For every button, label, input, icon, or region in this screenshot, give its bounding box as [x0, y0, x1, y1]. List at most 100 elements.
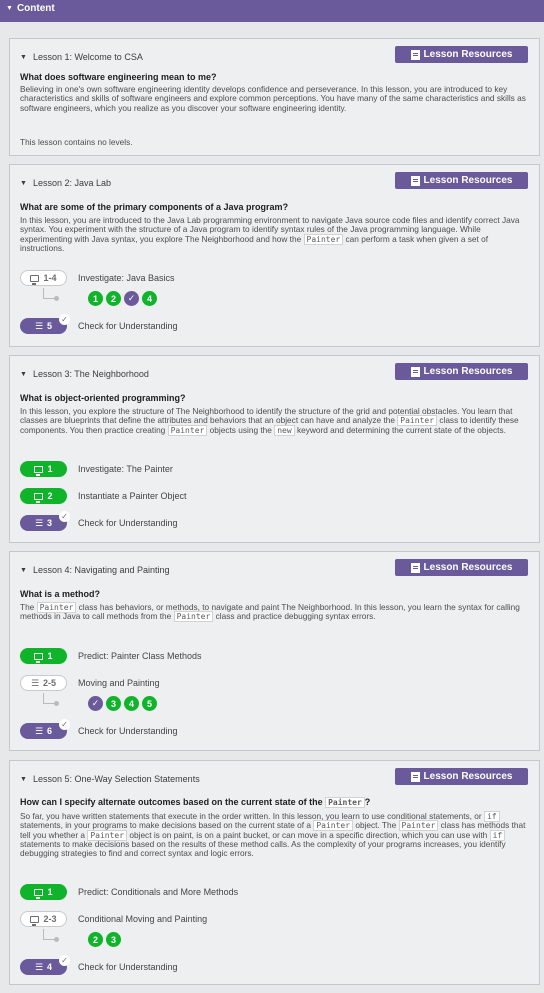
- level-row[interactable]: 1 Investigate: The Painter: [20, 461, 173, 477]
- level-bubble[interactable]: 4: [142, 291, 157, 306]
- lesson-resources-button[interactable]: Lesson Resources: [395, 363, 528, 380]
- lesson-description: In this lesson, you are introduced to th…: [20, 215, 520, 253]
- level-bubbles: 1 2 ✓ 4: [88, 291, 157, 306]
- no-levels-text: This lesson contains no levels.: [20, 137, 133, 147]
- level-label[interactable]: Moving and Painting: [78, 678, 160, 688]
- lesson-title: Lesson 2: Java Lab: [32, 178, 111, 188]
- level-badge[interactable]: 1: [20, 461, 67, 477]
- level-row[interactable]: 1 Predict: Painter Class Methods: [20, 648, 202, 664]
- caret-down-icon: ▼: [20, 370, 27, 378]
- level-bubble[interactable]: 3: [106, 696, 121, 711]
- monitor-icon: [34, 888, 44, 899]
- level-label[interactable]: Investigate: The Painter: [78, 464, 173, 474]
- level-badge[interactable]: ☰ 3 ✓: [20, 511, 70, 531]
- level-bubbles: 2 3: [88, 932, 121, 947]
- content-section-header[interactable]: ▼ Content: [0, 0, 544, 22]
- level-row[interactable]: 1 Predict: Conditionals and More Methods: [20, 884, 238, 900]
- lesson-header[interactable]: ▼ Lesson 5: One-Way Selection Statements: [20, 774, 200, 784]
- level-badge[interactable]: 1-4: [20, 270, 67, 286]
- level-row[interactable]: 2-3 Conditional Moving and Painting: [20, 911, 207, 927]
- document-icon: [410, 366, 420, 377]
- level-bubble[interactable]: 2: [88, 932, 103, 947]
- level-bubble[interactable]: 2: [106, 291, 121, 306]
- list-icon: ☰: [30, 677, 40, 688]
- level-label[interactable]: Predict: Painter Class Methods: [78, 651, 202, 661]
- level-row[interactable]: 2 Instantiate a Painter Object: [20, 488, 187, 504]
- level-row[interactable]: ☰ 3 ✓ Check for Understanding: [20, 511, 178, 531]
- level-label[interactable]: Check for Understanding: [78, 962, 178, 972]
- document-icon: [410, 771, 420, 782]
- caret-down-icon: ▼: [20, 179, 27, 187]
- caret-down-icon: ▼: [20, 775, 27, 783]
- level-badge[interactable]: ☰ 5 ✓: [20, 314, 70, 334]
- level-row[interactable]: ☰ 5 ✓ Check for Understanding: [20, 314, 178, 334]
- level-row[interactable]: 1-4 Investigate: Java Basics: [20, 270, 175, 286]
- lesson-card-3: ▼ Lesson 3: The Neighborhood Lesson Reso…: [9, 355, 540, 543]
- check-icon: ✓: [59, 719, 70, 730]
- caret-down-icon: ▼: [20, 53, 27, 61]
- level-label[interactable]: Check for Understanding: [78, 518, 178, 528]
- level-bubbles: ✓ 3 4 5: [88, 696, 157, 711]
- level-label[interactable]: Instantiate a Painter Object: [78, 491, 187, 501]
- level-row[interactable]: ☰ 6 ✓ Check for Understanding: [20, 719, 178, 739]
- level-badge[interactable]: 1: [20, 648, 67, 664]
- lesson-question: What is object-oriented programming?: [20, 393, 186, 403]
- level-label[interactable]: Investigate: Java Basics: [78, 273, 175, 283]
- check-icon: ✓: [59, 511, 70, 522]
- level-badge[interactable]: ☰ 2-5: [20, 675, 67, 691]
- lesson-description: In this lesson, you explore the structur…: [20, 406, 519, 436]
- level-badge[interactable]: 1: [20, 884, 67, 900]
- lesson-card-2: ▼ Lesson 2: Java Lab Lesson Resources Wh…: [9, 164, 540, 347]
- level-bubble[interactable]: 5: [142, 696, 157, 711]
- caret-down-icon: ▼: [6, 5, 13, 12]
- list-icon: ☰: [34, 961, 44, 972]
- list-icon: ☰: [34, 725, 44, 736]
- level-badge[interactable]: 2: [20, 488, 67, 504]
- document-icon: [410, 49, 420, 60]
- lesson-description: So far, you have written statements that…: [20, 811, 526, 859]
- lesson-resources-button[interactable]: Lesson Resources: [395, 559, 528, 576]
- level-label[interactable]: Check for Understanding: [78, 321, 178, 331]
- level-bubble[interactable]: 4: [124, 696, 139, 711]
- level-row[interactable]: ☰ 4 ✓ Check for Understanding: [20, 955, 178, 975]
- level-label[interactable]: Check for Understanding: [78, 726, 178, 736]
- level-label[interactable]: Conditional Moving and Painting: [78, 914, 207, 924]
- lesson-card-1: ▼ Lesson 1: Welcome to CSA Lesson Resour…: [9, 38, 540, 156]
- level-badge[interactable]: 2-3: [20, 911, 67, 927]
- level-connector: [43, 929, 59, 942]
- lesson-description: Believing in one's own software engineer…: [20, 84, 526, 113]
- level-connector: [43, 288, 59, 301]
- lesson-title: Lesson 3: The Neighborhood: [32, 369, 149, 379]
- lesson-question: What does software engineering mean to m…: [20, 72, 217, 82]
- lesson-question: What is a method?: [20, 589, 101, 599]
- level-label[interactable]: Predict: Conditionals and More Methods: [78, 887, 238, 897]
- lesson-header[interactable]: ▼ Lesson 1: Welcome to CSA: [20, 52, 143, 62]
- level-bubble-assessment[interactable]: ✓: [124, 291, 139, 306]
- lesson-resources-button[interactable]: Lesson Resources: [395, 768, 528, 785]
- level-badge[interactable]: ☰ 4 ✓: [20, 955, 70, 975]
- lesson-title: Lesson 5: One-Way Selection Statements: [32, 774, 200, 784]
- level-row[interactable]: ☰ 2-5 Moving and Painting: [20, 675, 160, 691]
- caret-down-icon: ▼: [20, 566, 27, 574]
- level-bubble-assessment[interactable]: ✓: [88, 696, 103, 711]
- lesson-header[interactable]: ▼ Lesson 2: Java Lab: [20, 178, 111, 188]
- lesson-question: How can I specify alternate outcomes bas…: [20, 797, 371, 808]
- check-icon: ✓: [59, 314, 70, 325]
- monitor-icon: [30, 915, 40, 926]
- level-connector: [43, 693, 59, 706]
- lesson-card-5: ▼ Lesson 5: One-Way Selection Statements…: [9, 760, 540, 985]
- level-bubble[interactable]: 3: [106, 932, 121, 947]
- monitor-icon: [30, 274, 40, 285]
- lesson-resources-button[interactable]: Lesson Resources: [395, 172, 528, 189]
- level-bubble[interactable]: 1: [88, 291, 103, 306]
- check-icon: ✓: [59, 955, 70, 966]
- document-icon: [410, 562, 420, 573]
- lesson-description: The Painter class has behaviors, or meth…: [20, 602, 520, 623]
- content-title: Content: [16, 3, 55, 14]
- lesson-title: Lesson 4: Navigating and Painting: [32, 565, 170, 575]
- lesson-header[interactable]: ▼ Lesson 3: The Neighborhood: [20, 369, 149, 379]
- lesson-question: What are some of the primary components …: [20, 202, 289, 212]
- level-badge[interactable]: ☰ 6 ✓: [20, 719, 70, 739]
- lesson-header[interactable]: ▼ Lesson 4: Navigating and Painting: [20, 565, 170, 575]
- lesson-resources-button[interactable]: Lesson Resources: [395, 46, 528, 63]
